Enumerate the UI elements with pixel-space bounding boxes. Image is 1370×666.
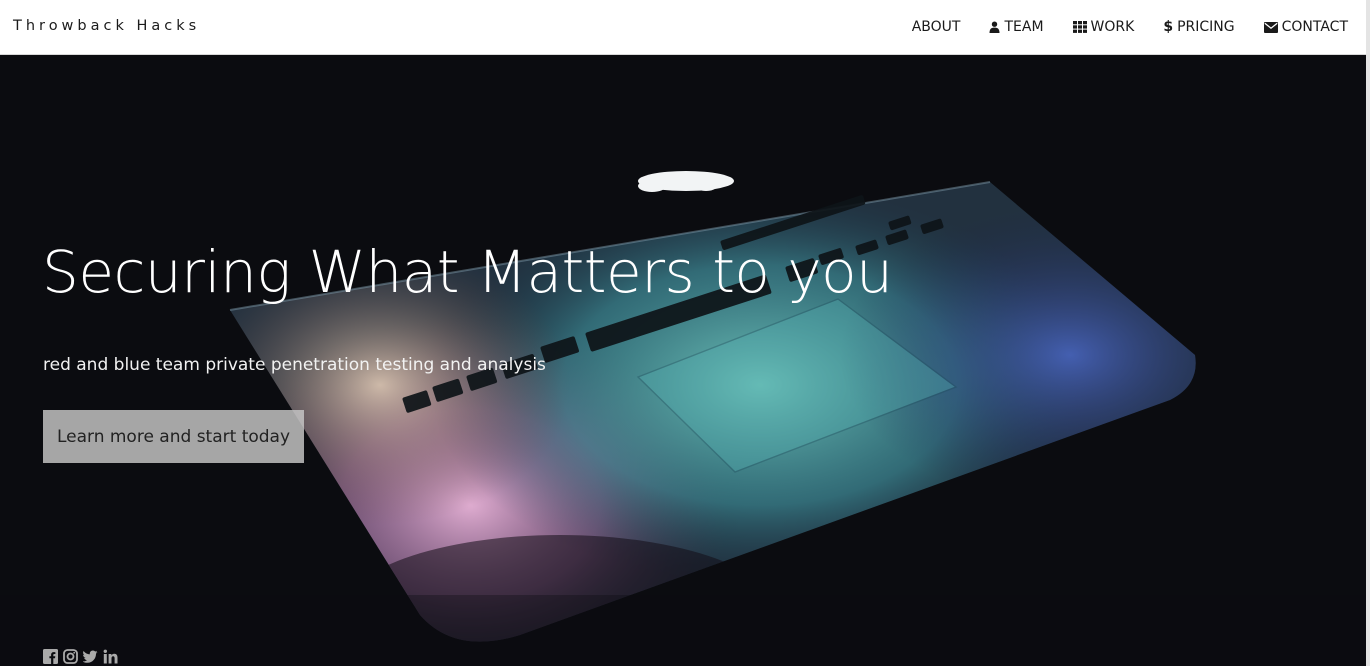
scrollbar[interactable] (1366, 0, 1370, 666)
hero-subtitle: red and blue team private penetration te… (43, 355, 546, 375)
hero-title: Securing What Matters to you (42, 238, 893, 306)
top-navbar: Throwback Hacks ABOUT TEAM WORK $ PRICIN… (0, 0, 1366, 55)
social-links (43, 649, 118, 664)
nav-work[interactable]: WORK (1072, 19, 1135, 35)
envelope-icon (1263, 21, 1278, 33)
nav-pricing-label: PRICING (1177, 19, 1235, 35)
linkedin-icon[interactable] (103, 649, 118, 664)
learn-more-button[interactable]: Learn more and start today (43, 410, 304, 463)
facebook-icon[interactable] (43, 649, 58, 664)
grid-icon (1072, 21, 1087, 33)
user-icon (989, 21, 1000, 33)
nav-pricing[interactable]: $ PRICING (1163, 19, 1234, 35)
hero-section: Securing What Matters to you red and blu… (0, 55, 1366, 666)
dollar-icon: $ (1163, 19, 1174, 35)
nav-about-label: ABOUT (911, 19, 961, 35)
nav-about[interactable]: ABOUT (912, 19, 961, 35)
nav-contact-label: CONTACT (1281, 19, 1348, 35)
brand-logo[interactable]: Throwback Hacks (13, 18, 200, 34)
twitter-icon[interactable] (82, 649, 98, 664)
nav-team-label: TEAM (1004, 19, 1044, 35)
main-nav: ABOUT TEAM WORK $ PRICING CONTACT (912, 0, 1348, 54)
instagram-icon[interactable] (63, 649, 78, 664)
nav-team[interactable]: TEAM (989, 19, 1044, 35)
nav-work-label: WORK (1090, 19, 1135, 35)
nav-contact[interactable]: CONTACT (1263, 19, 1348, 35)
